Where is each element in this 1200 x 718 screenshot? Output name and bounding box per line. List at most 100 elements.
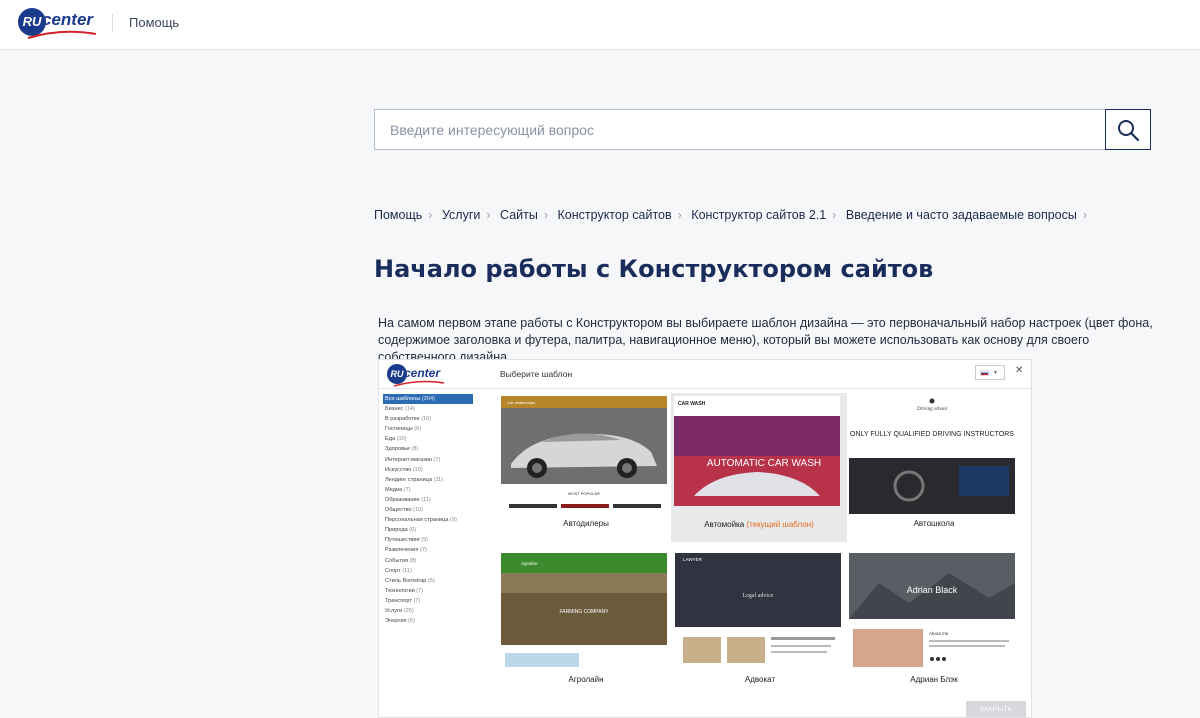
category-item: Технологии (7)	[383, 586, 473, 596]
category-count: (11)	[421, 496, 431, 503]
category-name: События	[385, 557, 409, 564]
top-bar: RU center Помощь	[0, 0, 1200, 50]
category-name: Развлечения	[385, 547, 419, 554]
template-label: Автомойка (текущий шаблон)	[671, 520, 847, 529]
breadcrumb-item[interactable]: Конструктор сайтов 2.1	[691, 208, 826, 222]
category-item: Общество (10)	[383, 505, 473, 515]
category-name: Спорт	[385, 567, 401, 574]
category-name: Здоровье	[385, 446, 410, 453]
car-dealers-thumb-header: Car dealerships	[507, 400, 535, 405]
category-count: (10)	[421, 416, 432, 423]
category-item: События (8)	[383, 556, 473, 566]
lawyer-thumb-header: LAWYER	[683, 557, 703, 562]
breadcrumb-item[interactable]: Введение и часто задаваемые вопросы	[846, 208, 1077, 222]
car-wash-thumb-header: CAR WASH	[678, 401, 706, 407]
chevron-right-icon: ›	[543, 208, 549, 222]
template-label: Агролайн	[568, 675, 604, 684]
template-thumbnail: Driving school ONLY FULLY QUALIFIED DRIV…	[849, 396, 1019, 514]
agroline-thumb-text: FARMING COMPANY	[559, 609, 609, 615]
category-count: (11)	[433, 476, 444, 483]
car-dealers-thumbnail-image: Car dealerships MOST POPULAR	[501, 396, 667, 514]
breadcrumb-item[interactable]: Конструктор сайтов	[558, 208, 672, 222]
category-count: (204)	[421, 396, 435, 402]
agroline-thumb-header: Agroline	[521, 561, 538, 566]
category-count: (6)	[409, 527, 417, 534]
category-item: Интернет-магазин (7)	[383, 455, 473, 465]
category-item: Энергия (6)	[383, 616, 473, 626]
category-count: (11)	[402, 567, 412, 574]
template-label: Адриан Блэк	[910, 675, 958, 684]
search-icon	[1118, 119, 1140, 141]
category-name: Технологии	[385, 587, 415, 594]
category-name: Стиль Bootstrap	[385, 577, 427, 584]
chevron-right-icon: ›	[1082, 208, 1088, 222]
screenshot-dialog-title: Выберите шаблон	[500, 369, 573, 379]
category-name: Все шаблоны	[385, 396, 421, 402]
lawyer-thumbnail-image: LAWYER Legal advice	[675, 553, 841, 667]
category-item: Персональная страница (9)	[383, 515, 473, 525]
adrian-black-thumb-text: Adrian Black	[907, 585, 958, 595]
category-item: Еда (10)	[383, 434, 473, 444]
category-item: Все шаблоны (204)	[383, 394, 473, 405]
category-item: Гостиницы (6)	[383, 424, 473, 434]
category-name: Энергия	[385, 618, 407, 625]
category-item: Лендинг страница (11)	[383, 475, 473, 485]
screenshot-divider	[379, 388, 1031, 389]
category-count: (9)	[421, 537, 428, 544]
category-item: Услуги (25)	[383, 606, 473, 616]
screenshot-logo-swoosh-icon	[393, 380, 445, 387]
screenshot-logo: RU center	[387, 364, 447, 388]
template-card-car-dealers: Car dealerships MOST POPULAR Автодилеры	[501, 396, 671, 542]
adrian-black-thumbnail-image: Adrian Black About me	[849, 553, 1015, 667]
category-count: (7)	[416, 587, 424, 594]
category-name: Природа	[385, 527, 408, 534]
category-count: (5)	[427, 577, 435, 584]
agroline-thumbnail-image: Agroline FARMING COMPANY	[501, 553, 667, 667]
category-name: Общество	[385, 507, 412, 514]
category-count: (14)	[404, 406, 415, 413]
chevron-right-icon: ›	[832, 208, 837, 222]
category-count: (7)	[403, 486, 411, 493]
template-thumbnail: Car dealerships MOST POPULAR	[501, 396, 671, 514]
search-button[interactable]	[1105, 109, 1151, 150]
language-selector: ▼	[975, 365, 1005, 380]
help-link[interactable]: Помощь	[129, 15, 179, 30]
category-name: Услуги	[385, 607, 403, 614]
search-input[interactable]	[375, 110, 1105, 149]
screenshot-logo-wordmark: center	[404, 366, 441, 380]
breadcrumb-item[interactable]: Помощь	[374, 208, 422, 222]
template-label-name: Автомойка	[704, 520, 745, 529]
driving-school-thumbnail-image: Driving school ONLY FULLY QUALIFIED DRIV…	[849, 396, 1015, 514]
category-name: Транспорт	[385, 597, 412, 604]
breadcrumb-item[interactable]: Услуги	[442, 208, 480, 222]
car-wash-thumb-text: AUTOMATIC CAR WASH	[707, 458, 821, 469]
category-name: Путешествия	[385, 537, 420, 544]
category-count: (8)	[411, 446, 419, 453]
template-card-driving-school: Driving school ONLY FULLY QUALIFIED DRIV…	[849, 396, 1019, 542]
header-divider	[112, 14, 113, 32]
template-thumbnail: Adrian Black About me	[849, 553, 1019, 667]
breadcrumb: Помощь › Услуги › Сайты › Конструктор сайто…	[374, 208, 1093, 222]
category-name: Искусство	[385, 466, 412, 473]
breadcrumb-item[interactable]: Сайты	[500, 208, 538, 222]
chevron-right-icon: ›	[428, 208, 433, 222]
category-name: Еда	[385, 436, 396, 443]
category-name: Интернет-магазин	[385, 456, 432, 463]
close-icon: ✕	[1015, 365, 1024, 376]
category-count: (10)	[396, 436, 407, 443]
category-item: Бизнес (14)	[383, 404, 473, 414]
category-count: (8)	[409, 557, 417, 564]
ru-center-logo[interactable]: RU center	[18, 8, 98, 40]
driving-school-thumb-header: Driving school	[917, 407, 947, 412]
category-name: Бизнес	[385, 406, 404, 413]
driving-school-thumb-text: ONLY FULLY QUALIFIED DRIVING INSTRUCTORS	[850, 431, 1014, 438]
category-name: Образование	[385, 496, 420, 503]
category-item: Развлечения (7)	[383, 545, 473, 555]
template-thumbnail: CAR WASH AUTOMATIC CAR WASH	[674, 396, 844, 514]
category-item: Искусство (10)	[383, 465, 473, 475]
template-card-agroline: Agroline FARMING COMPANY Агролайн	[501, 553, 671, 699]
template-card-car-wash: CAR WASH AUTOMATIC CAR WASH Автомойка (т…	[671, 393, 847, 542]
template-card-adrian-black: Adrian Black About me Адриан Блэк	[849, 553, 1019, 699]
current-template-suffix: (текущий шаблон)	[746, 520, 814, 529]
search-box	[374, 109, 1151, 150]
